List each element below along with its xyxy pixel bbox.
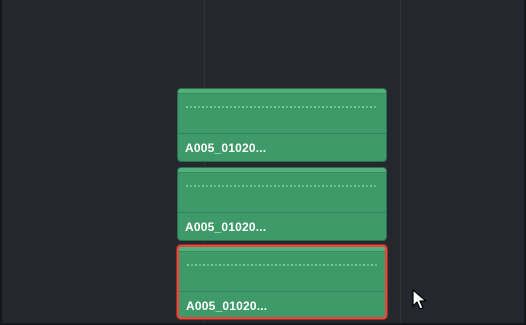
timeline-panel[interactable]: A005_01020... A005_01020... A005_01020..… bbox=[0, 0, 526, 325]
timeline-gridline bbox=[400, 0, 401, 323]
clip-name-label: A005_01020... bbox=[185, 141, 267, 155]
clip-name-label: A005_01020... bbox=[185, 220, 267, 234]
mouse-pointer-icon bbox=[412, 289, 427, 310]
clip-divider bbox=[178, 133, 386, 134]
clip-divider bbox=[179, 291, 385, 292]
clip-header-strip bbox=[178, 89, 386, 94]
clip-divider bbox=[178, 212, 386, 213]
timeline-clip-3-selected[interactable]: A005_01020... bbox=[177, 245, 387, 319]
timeline-clip-2[interactable]: A005_01020... bbox=[177, 167, 387, 241]
clip-audio-waveform bbox=[186, 106, 378, 108]
clip-header-strip bbox=[179, 247, 385, 252]
timeline-clip-1[interactable]: A005_01020... bbox=[177, 88, 387, 162]
clip-header-strip bbox=[178, 168, 386, 173]
clip-audio-waveform bbox=[186, 185, 378, 187]
clip-audio-waveform bbox=[187, 264, 377, 266]
clip-name-label: A005_01020... bbox=[186, 299, 268, 313]
